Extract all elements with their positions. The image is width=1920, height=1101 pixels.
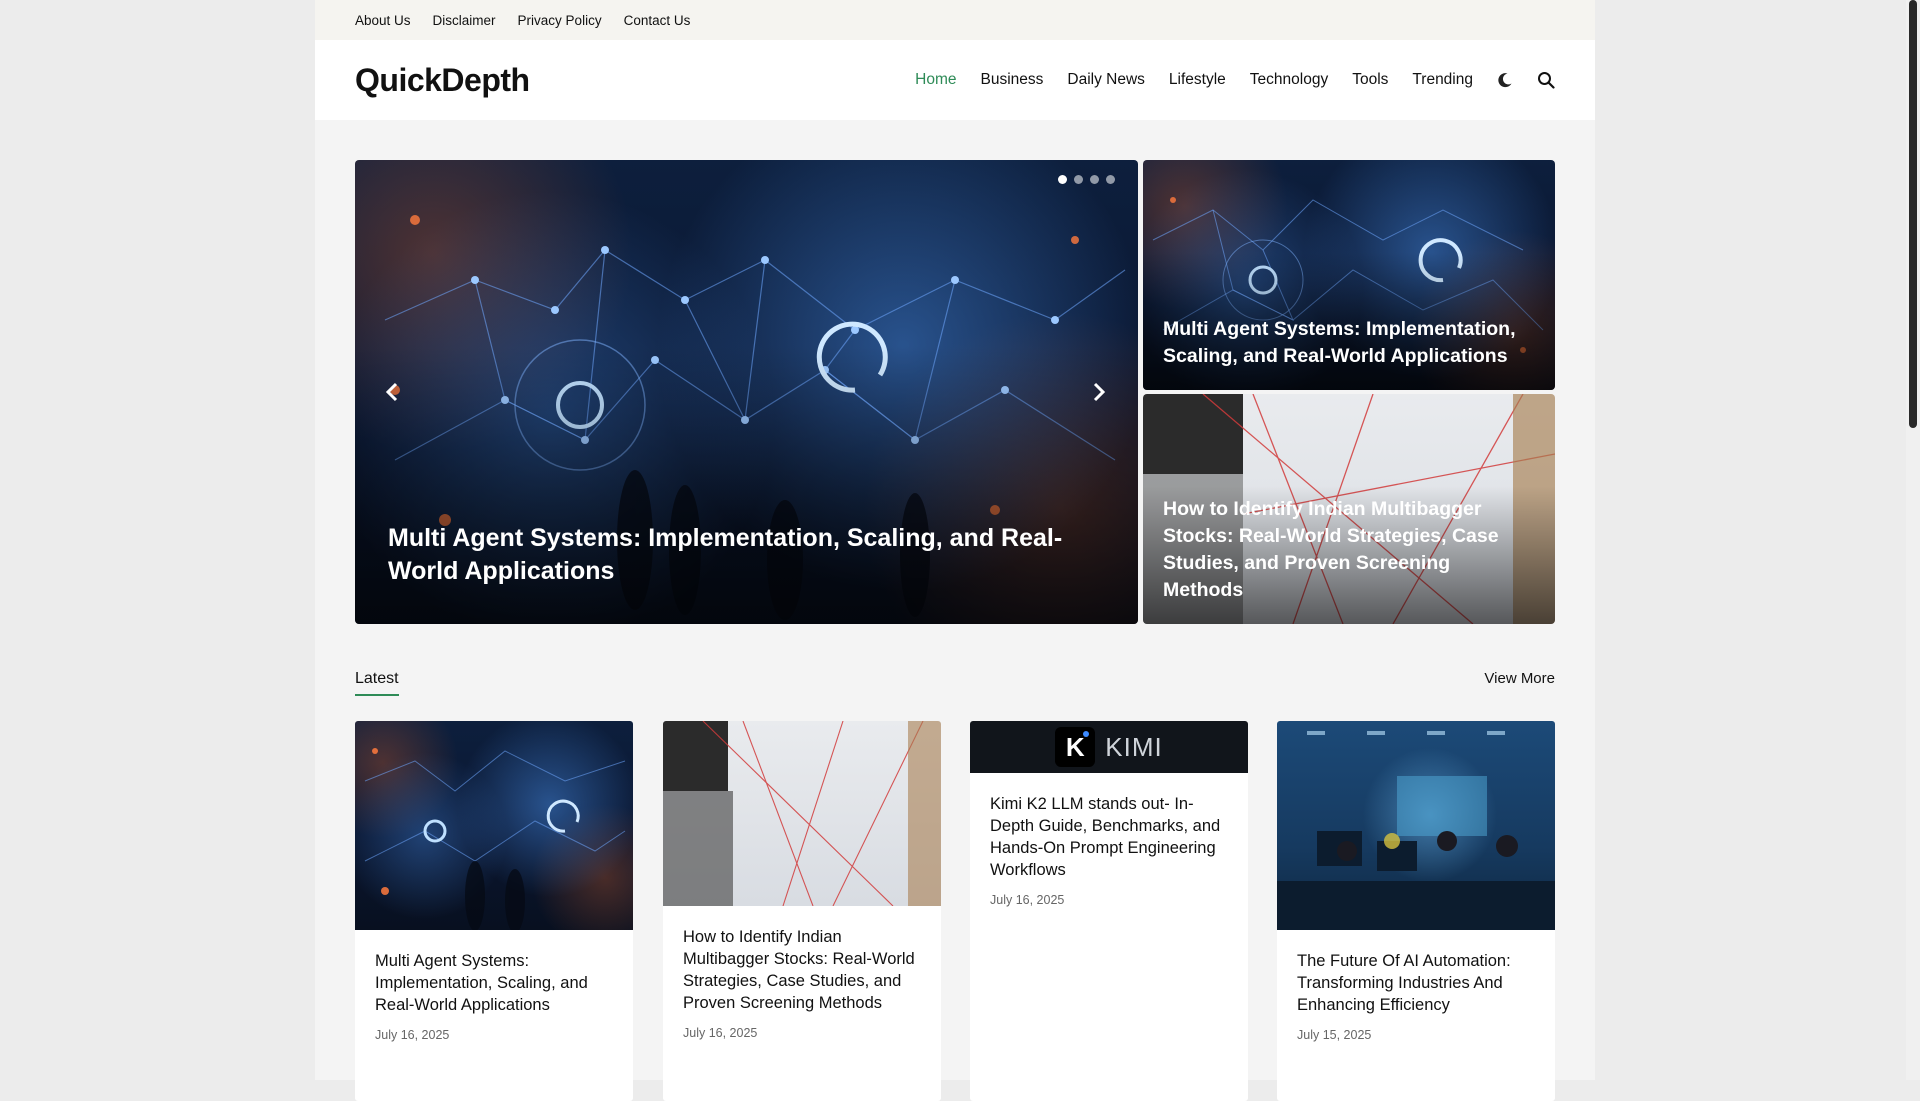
slider-prev-button[interactable] <box>375 375 409 409</box>
article-body: How to Identify Indian Multibagger Stock… <box>663 906 941 1040</box>
slider-dot-2[interactable] <box>1074 175 1083 184</box>
logo-dot <box>1083 731 1090 737</box>
search-icon[interactable] <box>1537 71 1555 89</box>
kimi-wordmark: KIMI <box>1105 731 1163 762</box>
page: About Us Disclaimer Privacy Policy Conta… <box>315 0 1595 1101</box>
nav-lifestyle[interactable]: Lifestyle <box>1169 71 1226 89</box>
site-header: QuickDepth Home Business Daily News Life… <box>315 40 1595 120</box>
nav-technology[interactable]: Technology <box>1250 71 1328 89</box>
article-card[interactable]: K KIMI Kimi K2 LLM stands out- In-Depth … <box>970 721 1248 1101</box>
article-card[interactable]: Multi Agent Systems: Implementation, Sca… <box>355 721 633 1101</box>
disclaimer-link[interactable]: Disclaimer <box>433 13 496 28</box>
article-title[interactable]: Multi Agent Systems: Implementation, Sca… <box>375 950 613 1016</box>
article-title[interactable]: How to Identify Indian Multibagger Stock… <box>683 926 921 1014</box>
nav-tools[interactable]: Tools <box>1352 71 1388 89</box>
slider-dot-1[interactable] <box>1058 175 1067 184</box>
contact-us-link[interactable]: Contact Us <box>624 13 691 28</box>
article-date: July 15, 2025 <box>1297 1028 1372 1042</box>
latest-section-header: Latest View More <box>355 668 1555 698</box>
nav-business[interactable]: Business <box>980 71 1043 89</box>
kimi-logo-letter: K <box>1065 731 1085 762</box>
slider-next-button[interactable] <box>1082 375 1116 409</box>
article-thumbnail <box>1277 721 1555 930</box>
slider-dots <box>1058 175 1115 184</box>
featured-card-1-title[interactable]: Multi Agent Systems: Implementation, Sca… <box>1163 316 1535 370</box>
chevron-left-icon <box>385 382 398 402</box>
article-date: July 16, 2025 <box>990 893 1065 907</box>
nav-trending[interactable]: Trending <box>1412 71 1473 89</box>
article-title[interactable]: Kimi K2 LLM stands out- In-Depth Guide, … <box>990 793 1228 881</box>
kimi-logo-icon: K <box>1055 727 1096 767</box>
moon-icon[interactable] <box>1497 72 1513 88</box>
thumbnail-image <box>355 721 633 930</box>
article-card[interactable]: How to Identify Indian Multibagger Stock… <box>663 721 941 1101</box>
article-thumbnail <box>663 721 941 906</box>
article-thumbnail: K KIMI <box>970 721 1248 773</box>
hero-section: Multi Agent Systems: Implementation, Sca… <box>355 160 1555 624</box>
article-date: July 16, 2025 <box>683 1026 758 1040</box>
hero-slide-title[interactable]: Multi Agent Systems: Implementation, Sca… <box>388 522 1078 588</box>
site-logo[interactable]: QuickDepth <box>355 62 530 99</box>
featured-card-1[interactable]: Multi Agent Systems: Implementation, Sca… <box>1143 160 1555 390</box>
article-body: Kimi K2 LLM stands out- In-Depth Guide, … <box>970 773 1248 907</box>
article-card[interactable]: The Future Of AI Automation: Transformin… <box>1277 721 1555 1101</box>
view-more-link[interactable]: View More <box>1484 670 1555 687</box>
latest-section-title: Latest <box>355 670 399 696</box>
slider-dot-3[interactable] <box>1090 175 1099 184</box>
page-scrollbar[interactable] <box>1906 0 1920 1080</box>
featured-card-2[interactable]: How to Identify Indian Multibagger Stock… <box>1143 394 1555 624</box>
chevron-right-icon <box>1093 382 1106 402</box>
nav-daily-news[interactable]: Daily News <box>1067 71 1145 89</box>
slider-dot-4[interactable] <box>1106 175 1115 184</box>
article-thumbnail <box>355 721 633 930</box>
scrollbar-thumb[interactable] <box>1909 0 1917 428</box>
article-date: July 16, 2025 <box>375 1028 450 1042</box>
article-body: Multi Agent Systems: Implementation, Sca… <box>355 930 633 1042</box>
thumbnail-image <box>1277 721 1555 930</box>
article-title[interactable]: The Future Of AI Automation: Transformin… <box>1297 950 1535 1016</box>
nav-home[interactable]: Home <box>915 71 956 89</box>
article-body: The Future Of AI Automation: Transformin… <box>1277 930 1555 1042</box>
featured-card-2-title[interactable]: How to Identify Indian Multibagger Stock… <box>1163 496 1535 604</box>
about-us-link[interactable]: About Us <box>355 13 411 28</box>
privacy-policy-link[interactable]: Privacy Policy <box>518 13 602 28</box>
main-nav: Home Business Daily News Lifestyle Techn… <box>915 40 1555 120</box>
top-bar: About Us Disclaimer Privacy Policy Conta… <box>315 0 1595 40</box>
thumbnail-image <box>663 721 941 906</box>
hero-slider[interactable]: Multi Agent Systems: Implementation, Sca… <box>355 160 1138 624</box>
